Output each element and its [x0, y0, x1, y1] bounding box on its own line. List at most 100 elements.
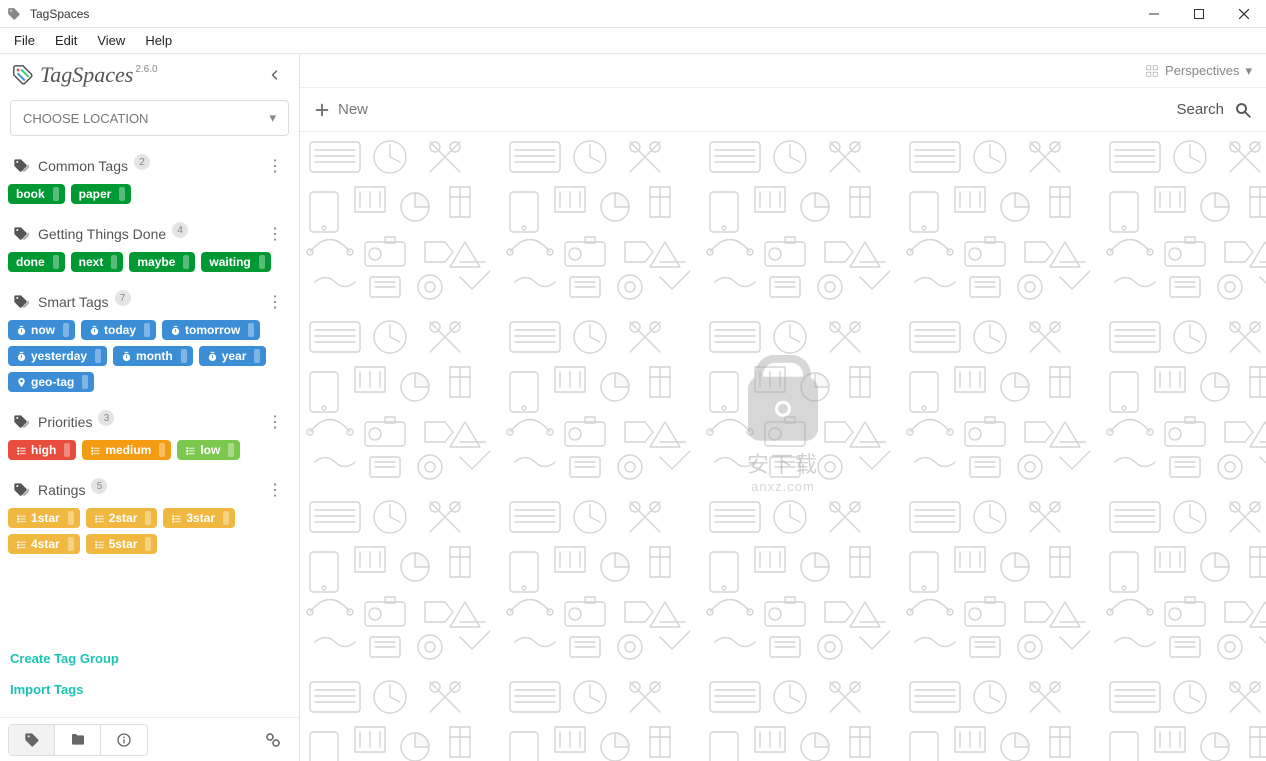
new-button[interactable]: New — [314, 101, 368, 118]
app-icon — [0, 7, 28, 21]
brand-row: TagSpaces 2.6.0 — [0, 54, 299, 92]
tag-chip[interactable]: maybe — [129, 252, 195, 272]
tag-handle-icon[interactable] — [259, 255, 265, 269]
tags-icon — [12, 414, 30, 430]
sidebar-collapse-button[interactable] — [263, 63, 287, 87]
view-info-button[interactable] — [101, 725, 147, 755]
search-label: Search — [1176, 101, 1224, 118]
tag-handle-icon[interactable] — [68, 511, 74, 525]
pin-icon — [16, 377, 27, 388]
tag-handle-icon[interactable] — [64, 443, 70, 457]
time-icon — [16, 325, 27, 336]
window-maximize-button[interactable] — [1176, 0, 1221, 28]
tag-label: tomorrow — [185, 323, 240, 337]
tag-chip[interactable]: now — [8, 320, 75, 340]
tag-handle-icon[interactable] — [183, 255, 189, 269]
window-controls — [1131, 0, 1266, 28]
tag-chip[interactable]: 5star — [86, 534, 158, 554]
chevron-down-icon: ▾ — [269, 110, 276, 126]
choose-location-label: CHOOSE LOCATION — [23, 111, 148, 126]
tag-chip[interactable]: yesterday — [8, 346, 107, 366]
tag-handle-icon[interactable] — [144, 323, 150, 337]
tag-chip[interactable]: 3star — [163, 508, 235, 528]
tag-handle-icon[interactable] — [119, 187, 125, 201]
tag-group-header[interactable]: Priorities3⋮ — [6, 404, 293, 436]
view-folders-button[interactable] — [55, 725, 101, 755]
window-close-button[interactable] — [1221, 0, 1266, 28]
tag-handle-icon[interactable] — [223, 511, 229, 525]
tag-group-more-button[interactable]: ⋮ — [267, 292, 287, 312]
create-tag-group-link[interactable]: Create Tag Group — [6, 643, 293, 674]
perspectives-label: Perspectives — [1165, 63, 1239, 78]
tag-group-count: 2 — [134, 154, 150, 170]
settings-button[interactable] — [255, 724, 291, 756]
tag-label: month — [136, 349, 173, 363]
tag-chip[interactable]: low — [177, 440, 240, 460]
tag-chip[interactable]: geo-tag — [8, 372, 94, 392]
search-control[interactable]: Search — [1176, 101, 1252, 119]
tag-label: done — [16, 255, 45, 269]
tag-group-header[interactable]: Common Tags2⋮ — [6, 148, 293, 180]
tag-handle-icon[interactable] — [53, 255, 59, 269]
tag-list: now today tomorrow yesterday month year geo-ta… — [6, 316, 293, 404]
tag-handle-icon[interactable] — [111, 255, 117, 269]
brand-name: TagSpaces — [40, 62, 133, 88]
tag-handle-icon[interactable] — [53, 187, 59, 201]
tag-handle-icon[interactable] — [145, 511, 151, 525]
choose-location-dropdown[interactable]: CHOOSE LOCATION ▾ — [10, 100, 289, 136]
menu-view[interactable]: View — [87, 29, 135, 52]
tag-handle-icon[interactable] — [63, 323, 69, 337]
sidebar-view-switch — [8, 724, 148, 756]
tag-group-count: 7 — [115, 290, 131, 306]
tag-chip[interactable]: year — [199, 346, 267, 366]
tag-group-header[interactable]: Ratings5⋮ — [6, 472, 293, 504]
tag-chip[interactable]: high — [8, 440, 76, 460]
tag-chip[interactable]: medium — [82, 440, 171, 460]
tag-chip[interactable]: done — [8, 252, 65, 272]
tag-group-more-button[interactable]: ⋮ — [267, 224, 287, 244]
sidebar: TagSpaces 2.6.0 CHOOSE LOCATION ▾ Common… — [0, 54, 300, 761]
list-icon — [185, 445, 196, 456]
tag-handle-icon[interactable] — [95, 349, 101, 363]
list-icon — [94, 539, 105, 550]
tag-chip[interactable]: next — [71, 252, 124, 272]
tag-chip[interactable]: 1star — [8, 508, 80, 528]
time-icon — [121, 351, 132, 362]
tag-chip[interactable]: today — [81, 320, 156, 340]
tag-group-header[interactable]: Smart Tags7⋮ — [6, 284, 293, 316]
tags-icon — [12, 226, 30, 242]
tag-handle-icon[interactable] — [181, 349, 187, 363]
menu-file[interactable]: File — [4, 29, 45, 52]
tag-handle-icon[interactable] — [159, 443, 165, 457]
tag-chip[interactable]: 2star — [86, 508, 158, 528]
import-tags-link[interactable]: Import Tags — [6, 674, 293, 705]
menu-help[interactable]: Help — [135, 29, 182, 52]
tag-chip[interactable]: waiting — [201, 252, 270, 272]
tag-group-header[interactable]: Getting Things Done4⋮ — [6, 216, 293, 248]
brand-logo-icon — [12, 64, 34, 86]
tag-handle-icon[interactable] — [254, 349, 260, 363]
tag-group-more-button[interactable]: ⋮ — [267, 480, 287, 500]
tag-handle-icon[interactable] — [68, 537, 74, 551]
tag-label: maybe — [137, 255, 175, 269]
tag-group-more-button[interactable]: ⋮ — [267, 412, 287, 432]
sidebar-bottom-bar — [0, 717, 299, 761]
menu-edit[interactable]: Edit — [45, 29, 87, 52]
tag-group-more-button[interactable]: ⋮ — [267, 156, 287, 176]
tag-handle-icon[interactable] — [228, 443, 234, 457]
tag-handle-icon[interactable] — [145, 537, 151, 551]
perspectives-dropdown[interactable]: Perspectives ▾ — [1145, 63, 1252, 79]
tag-label: paper — [79, 187, 112, 201]
tag-handle-icon[interactable] — [82, 375, 88, 389]
time-icon — [89, 325, 100, 336]
window-minimize-button[interactable] — [1131, 0, 1176, 28]
tag-handle-icon[interactable] — [248, 323, 254, 337]
tag-chip[interactable]: paper — [71, 184, 132, 204]
tag-chip[interactable]: book — [8, 184, 65, 204]
view-tags-button[interactable] — [9, 725, 55, 755]
tag-group-name: Ratings — [38, 482, 85, 498]
tag-chip[interactable]: 4star — [8, 534, 80, 554]
tag-chip[interactable]: tomorrow — [162, 320, 260, 340]
tag-label: low — [200, 443, 220, 457]
tag-chip[interactable]: month — [113, 346, 193, 366]
